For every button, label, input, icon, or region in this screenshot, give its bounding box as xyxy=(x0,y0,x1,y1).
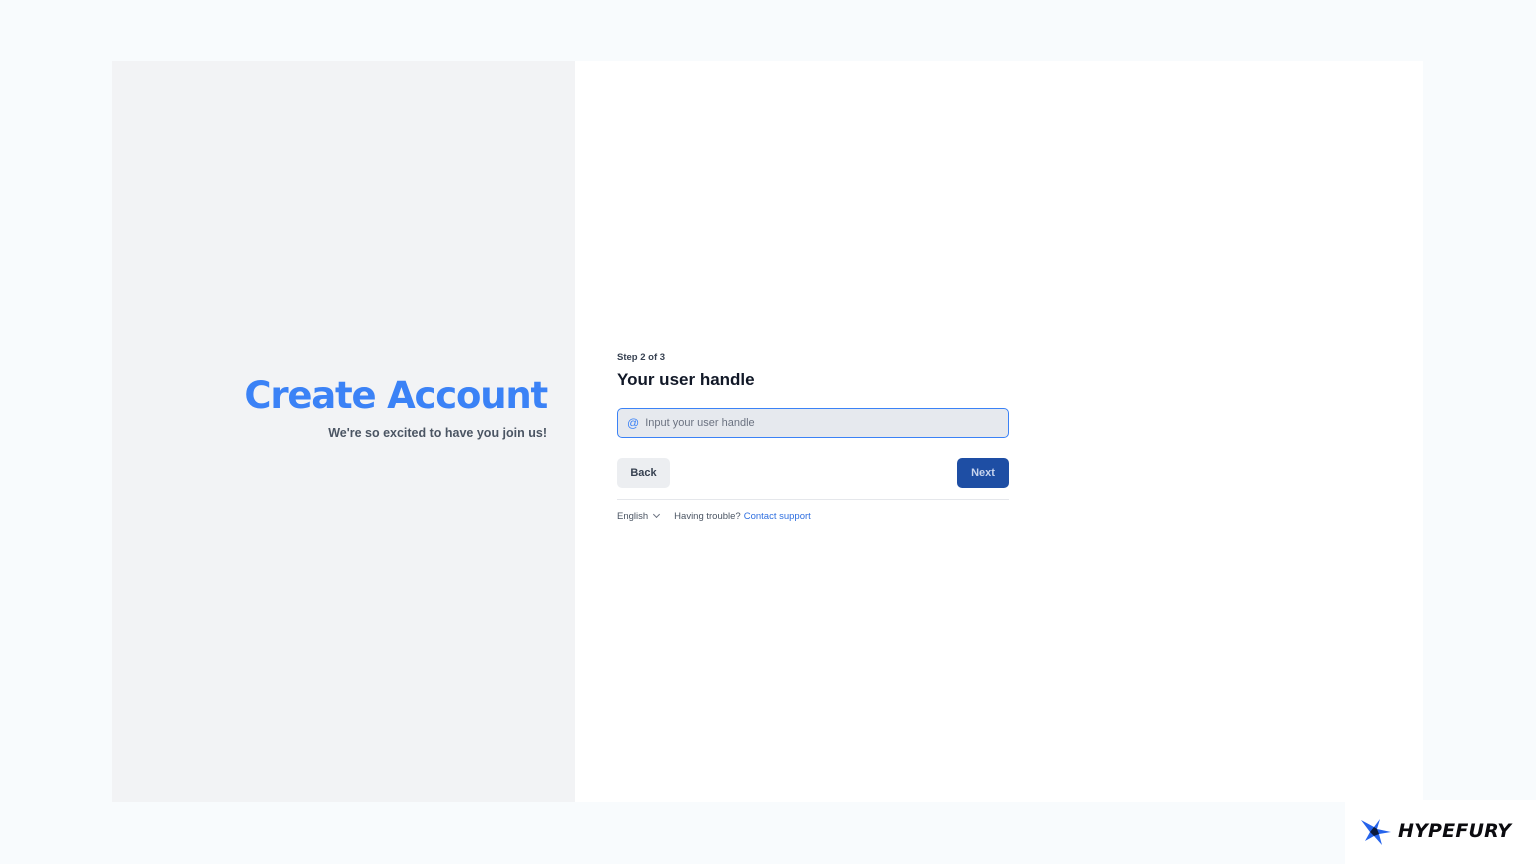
chevron-down-icon xyxy=(653,510,661,518)
language-label: English xyxy=(617,510,649,522)
hero: Create Account We're so excited to have … xyxy=(244,374,548,440)
handle-form: Step 2 of 3 Your user handle @ Back Next… xyxy=(617,352,1009,522)
handle-input-field[interactable]: @ xyxy=(617,408,1009,438)
back-button[interactable]: Back xyxy=(617,458,670,488)
right-panel: Step 2 of 3 Your user handle @ Back Next… xyxy=(575,61,1423,802)
left-panel: Create Account We're so excited to have … xyxy=(112,61,575,802)
step-indicator: Step 2 of 3 xyxy=(617,352,666,363)
form-actions: Back Next xyxy=(617,458,1009,488)
form-title: Your user handle xyxy=(617,370,755,389)
divider xyxy=(617,499,1009,500)
brand-name: HYPEFURY xyxy=(1398,820,1512,842)
at-sign-icon: @ xyxy=(627,416,640,430)
contact-support-link[interactable]: Contact support xyxy=(744,511,811,522)
next-button[interactable]: Next xyxy=(957,458,1009,488)
brand-watermark: HYPEFURY xyxy=(1345,800,1536,864)
bird-logo-icon xyxy=(1361,819,1391,845)
page-title: Create Account xyxy=(244,374,548,417)
form-footer: English Having trouble? Contact support xyxy=(617,510,1009,522)
language-select[interactable]: English xyxy=(617,510,661,522)
handle-input[interactable] xyxy=(645,417,1008,429)
signup-card: Create Account We're so excited to have … xyxy=(112,61,1423,802)
page-subtitle: We're so excited to have you join us! xyxy=(328,426,547,440)
brand-lockup: HYPEFURY xyxy=(1360,816,1511,846)
trouble-text: Having trouble? xyxy=(674,510,741,522)
